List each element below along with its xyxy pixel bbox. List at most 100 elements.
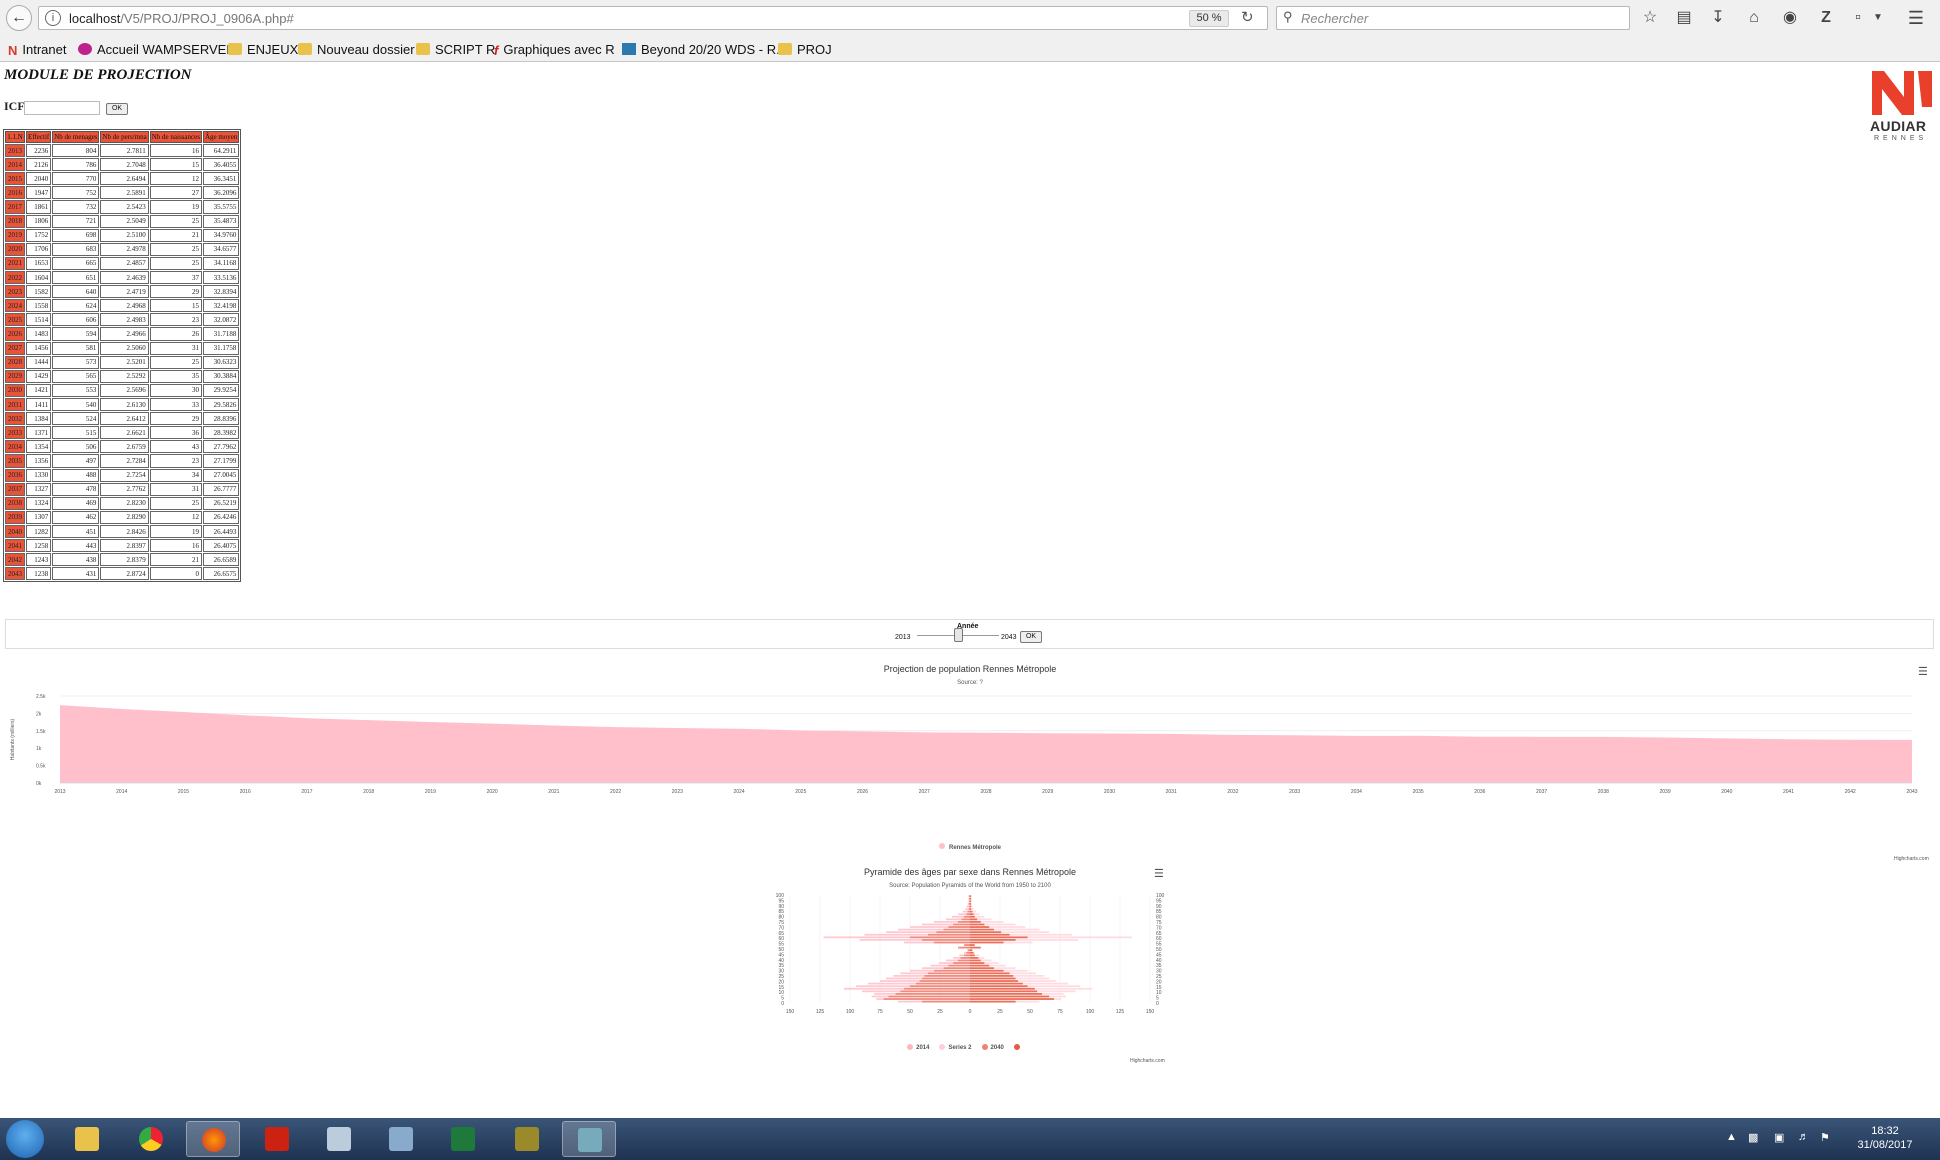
slider-thumb[interactable] (954, 628, 963, 642)
x-tick-label: 2024 (734, 789, 745, 795)
value-cell: 2.6759 (100, 440, 149, 454)
reload-icon[interactable]: ↻ (1241, 8, 1254, 26)
folder-icon (416, 43, 430, 55)
search-input[interactable]: ⚲ Rechercher (1276, 6, 1630, 30)
bookmark-graphiques-r[interactable]: f Graphiques avec R (494, 41, 615, 59)
back-button[interactable]: ← (6, 5, 32, 31)
value-cell: 451 (52, 524, 100, 539)
slider-ok-button[interactable]: OK (1020, 631, 1042, 643)
taskbar-clock[interactable]: 18:32 31/08/2017 (1850, 1124, 1920, 1152)
pyramid-chart-menu-icon[interactable]: ☰ (1154, 867, 1164, 880)
age-tick-label-right: 50 (1156, 947, 1162, 953)
area-chart-subtitle: Source: ? (957, 680, 983, 686)
y-tick-label: 0k (36, 781, 42, 787)
value-cell: 28.8396 (202, 412, 240, 426)
age-tick-label-left: 15 (778, 985, 784, 991)
zoom-indicator[interactable]: 50 % (1189, 10, 1229, 27)
taskbar-notes[interactable] (562, 1121, 616, 1157)
taskbar-excel[interactable] (436, 1121, 490, 1157)
area-chart-menu-icon[interactable]: ☰ (1918, 665, 1928, 678)
area-chart: 0k 0.5k 1k 1.5k 2k 2.5k Habitants (milliers) 20… (10, 694, 1918, 795)
bookmark-enjeux[interactable]: ENJEUX (228, 41, 298, 59)
year-cell: 2016 (5, 186, 25, 200)
pyramid-bar (922, 1000, 970, 1003)
icf-input[interactable] (24, 101, 100, 115)
x-tick-label: 125 (816, 1009, 825, 1015)
value-cell: 651 (52, 270, 100, 285)
bookmark-script-r[interactable]: SCRIPT R (416, 41, 495, 59)
network-icon[interactable]: ▩ (1748, 1131, 1758, 1144)
tray-expand-icon[interactable]: ▲ (1726, 1131, 1737, 1143)
taskbar-notepad[interactable] (374, 1121, 428, 1157)
pocket-icon[interactable]: ◉ (1780, 8, 1800, 28)
area-chart-credits[interactable]: Highcharts.com (1894, 856, 1929, 862)
area-chart-legend[interactable]: Rennes Métropole (0, 843, 1940, 851)
hamburger-menu-icon[interactable]: ☰ (1906, 8, 1926, 28)
clock-time: 18:32 (1871, 1125, 1899, 1137)
year-cell: 2039 (5, 510, 25, 524)
x-tick-label: 2034 (1351, 789, 1362, 795)
value-cell: 25 (149, 256, 202, 270)
age-tick-label-right: 15 (1156, 985, 1162, 991)
pyramid-bar (970, 969, 1004, 972)
legend-item[interactable] (1013, 1044, 1023, 1051)
info-icon[interactable]: i (45, 10, 61, 26)
table-header-row: 1.1.N Effectif Nb de menages Nb de pers/mna… (5, 131, 240, 143)
value-cell: 770 (52, 172, 100, 186)
audiar-icon: N (8, 43, 18, 58)
chevron-down-icon[interactable]: ▼ (1868, 8, 1888, 28)
icf-ok-button[interactable]: OK (106, 103, 128, 115)
taskbar-chrome[interactable] (124, 1121, 178, 1157)
bookmark-beyond[interactable]: Beyond 20/20 WDS - R... (622, 41, 787, 59)
bookmarks-list-icon[interactable]: ▤ (1674, 8, 1694, 28)
x-tick-label: 2014 (116, 789, 127, 795)
value-cell: 12 (149, 510, 202, 524)
taskbar-firefox[interactable] (186, 1121, 240, 1157)
zotero-icon[interactable]: Z (1816, 8, 1836, 28)
age-tick-label-right: 25 (1156, 974, 1162, 980)
bookmark-intranet[interactable]: N Intranet (8, 41, 66, 59)
start-button[interactable] (6, 1120, 44, 1158)
bookmark-star-icon[interactable]: ☆ (1640, 8, 1660, 28)
volume-icon[interactable]: ♬ (1798, 1131, 1809, 1143)
address-bar[interactable]: i localhost/V5/PROJ/PROJ_0906A.php# 50 %… (38, 6, 1268, 30)
age-tick-label-left: 90 (778, 904, 784, 910)
pyramid-bar (964, 944, 970, 946)
clock-date: 31/08/2017 (1857, 1139, 1913, 1151)
bookmark-proj[interactable]: PROJ (778, 41, 832, 59)
value-cell: 26.4075 (202, 539, 240, 553)
value-cell: 2.4719 (100, 285, 149, 299)
year-cell: 2042 (5, 553, 25, 567)
display-icon[interactable]: ▣ (1774, 1131, 1784, 1144)
legend-dot-icon (1013, 1044, 1020, 1050)
y-tick-label: 0.5k (36, 764, 46, 770)
area-chart-title: Projection de population Rennes Métropol… (883, 664, 1057, 674)
pyramid-bar (970, 993, 1042, 995)
bookmark-nouveau-dossier[interactable]: Nouveau dossier (298, 41, 415, 59)
table-row: 2027 1456 581 2.5060 31 31.1758 (5, 341, 240, 355)
age-tick-label-right: 65 (1156, 931, 1162, 937)
taskbar-txc[interactable] (500, 1121, 554, 1157)
extension-icon[interactable]: ▫ (1848, 8, 1868, 28)
taskbar-explorer[interactable] (60, 1121, 114, 1157)
table-row: 2032 1384 524 2.6412 29 28.8396 (5, 412, 240, 426)
value-cell: 2.8230 (100, 496, 149, 510)
value-cell: 524 (52, 412, 100, 426)
bookmark-wampserver[interactable]: Accueil WAMPSERVER (78, 41, 236, 59)
legend-item[interactable]: 2014 (907, 1044, 929, 1051)
download-icon[interactable]: ↧ (1708, 8, 1728, 28)
home-icon[interactable]: ⌂ (1744, 8, 1764, 28)
pyramid-chart-credits[interactable]: Highcharts.com (1130, 1058, 1165, 1064)
flag-icon[interactable]: ⚑ (1820, 1131, 1830, 1144)
legend-item[interactable]: 2040 (981, 1044, 1004, 1051)
value-cell: 35.5755 (202, 200, 240, 214)
pyramid-bar (953, 923, 970, 926)
x-tick-label: 25 (997, 1009, 1003, 1015)
taskbar-acrobat[interactable] (250, 1121, 304, 1157)
taskbar-calculator[interactable] (312, 1121, 366, 1157)
legend-item[interactable]: Series 2 (939, 1044, 972, 1051)
pyramid-bar (970, 964, 990, 967)
value-cell: 1604 (26, 270, 52, 285)
table-body: 2013 2236 804 2.7811 16 64.2911 2014 2126 786 2.7… (5, 144, 240, 581)
legend-dot-icon (981, 1044, 988, 1050)
